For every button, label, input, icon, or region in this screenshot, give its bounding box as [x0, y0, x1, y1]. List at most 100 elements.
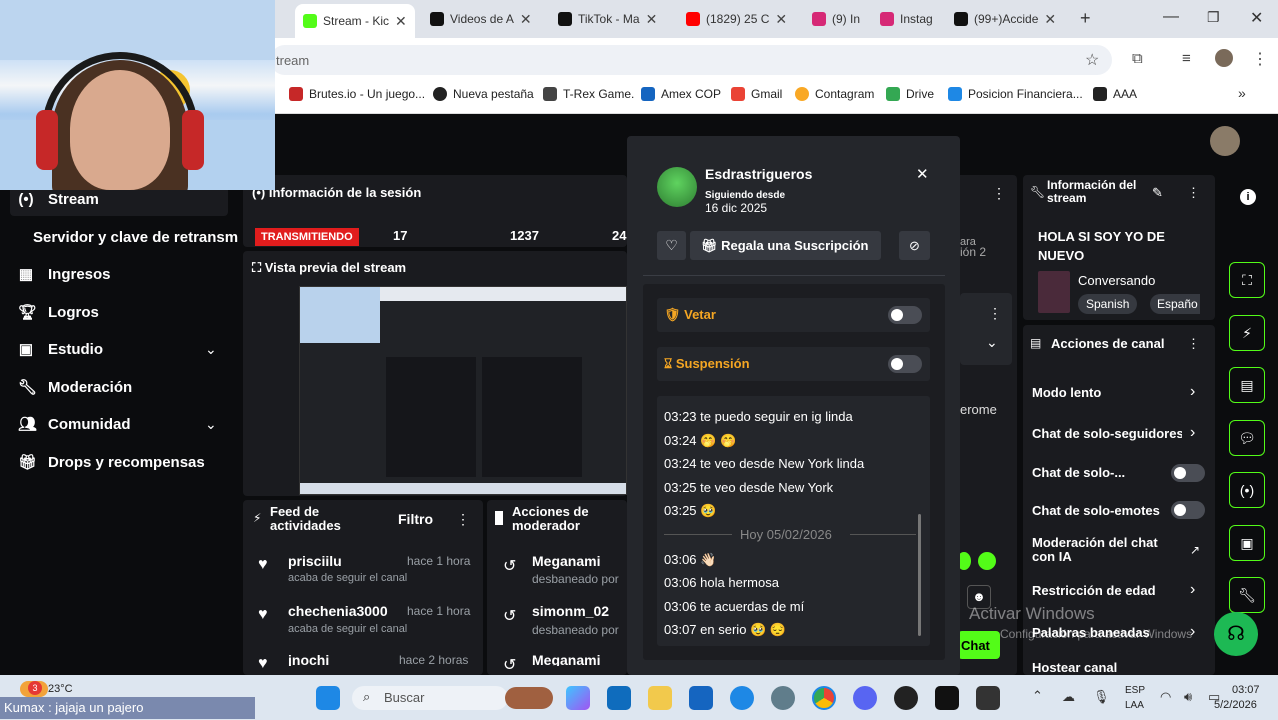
bookmark-posicion[interactable]: Posicion Financiera...	[948, 87, 1083, 101]
heart-icon[interactable]: ♡	[657, 231, 686, 260]
menu-icon[interactable]: ⋮	[1252, 49, 1268, 69]
stream-preview[interactable]	[299, 286, 627, 495]
clock-time[interactable]: 03:07	[1232, 684, 1260, 696]
restore-icon[interactable]: ❐	[1207, 9, 1220, 26]
nav-logros[interactable]: 🏆︎ Logros	[18, 304, 99, 321]
document-icon[interactable]: ▤	[1229, 367, 1265, 403]
mod-user[interactable]: simonm_02	[532, 603, 609, 619]
tab-youtube[interactable]: (1829) 25 C ✕	[686, 8, 792, 30]
bookmark-nueva[interactable]: Nueva pestaña	[433, 87, 534, 101]
app-icon[interactable]	[894, 686, 918, 710]
filter-button[interactable]: Filtro	[398, 511, 433, 527]
tab-instagram-2[interactable]: Instag	[880, 8, 936, 30]
close-icon[interactable]: ✕	[775, 11, 787, 28]
close-icon[interactable]: ✕	[520, 11, 532, 28]
app-icon[interactable]	[976, 686, 1000, 710]
tab-videos[interactable]: Videos de A ✕	[430, 8, 540, 30]
nav-stream[interactable]: (•) Stream	[18, 191, 98, 208]
emotes-only-toggle[interactable]	[1171, 501, 1205, 519]
scan-icon[interactable]: ⛶	[1229, 262, 1265, 298]
settings-icon[interactable]	[771, 686, 795, 710]
tab-stream[interactable]: Stream - Kic ✕	[295, 4, 415, 38]
chat-icon[interactable]: 💬︎	[1229, 420, 1265, 456]
url-input[interactable]: tream	[270, 45, 1112, 75]
nav-moderacion[interactable]: 🔧︎ Moderación	[18, 379, 132, 396]
bookmark-aaa[interactable]: AAA	[1093, 87, 1137, 101]
wifi-icon[interactable]: ◠	[1160, 689, 1171, 705]
tag-spanish[interactable]: Spanish	[1078, 294, 1138, 314]
chrome-icon[interactable]	[812, 686, 836, 710]
suspend-toggle[interactable]	[888, 355, 922, 373]
tab-tiktok-2[interactable]: (99+)Accide ✕	[954, 8, 1064, 30]
edit-icon[interactable]: ✎	[1152, 185, 1163, 201]
more-icon[interactable]: ⋮	[1187, 185, 1200, 201]
feed-user[interactable]: prisciilu	[288, 553, 342, 569]
epic-games-icon[interactable]	[935, 686, 959, 710]
chat-send-button[interactable]: Chat	[958, 631, 1000, 659]
chevron-right-icon[interactable]: ›	[1190, 424, 1195, 442]
media-icon[interactable]: ≡	[1182, 50, 1191, 67]
feed-user[interactable]: jnochi	[288, 652, 329, 666]
lang-label[interactable]: ESP	[1125, 685, 1145, 696]
mic-icon[interactable]: 🎙︎	[1093, 689, 1110, 705]
close-icon[interactable]: ✕	[646, 11, 658, 28]
windows-start-icon[interactable]	[316, 686, 340, 710]
user-avatar[interactable]	[1210, 126, 1240, 156]
extensions-icon[interactable]: ⧉	[1132, 50, 1143, 67]
row-host-channel[interactable]: Hostear canal	[1032, 660, 1117, 674]
ban-toggle[interactable]	[888, 306, 922, 324]
info-icon[interactable]: i	[1240, 189, 1256, 205]
chevron-right-icon[interactable]: ›	[1190, 383, 1195, 401]
chevron-right-icon[interactable]: ›	[1190, 581, 1195, 599]
more-icon[interactable]: ⋮	[1187, 336, 1200, 352]
row-age-restriction[interactable]: Restricción de edad	[1032, 583, 1156, 598]
folder-icon[interactable]	[648, 686, 672, 710]
widget-icon[interactable]	[505, 687, 553, 709]
taskbar-search[interactable]: Buscar	[352, 686, 508, 710]
popup-username[interactable]: Esdrastrigueros	[705, 166, 812, 182]
volume-icon[interactable]: 🔊︎	[1184, 689, 1192, 705]
more-icon[interactable]: ⋮	[992, 185, 1006, 202]
bookmark-amex[interactable]: Amex COP	[641, 87, 721, 101]
mute-icon[interactable]: ⊘	[899, 231, 930, 260]
close-icon[interactable]: ✕	[1044, 11, 1056, 28]
category-name[interactable]: Conversando	[1078, 273, 1155, 288]
more-bookmarks-icon[interactable]: »	[1238, 85, 1246, 101]
layout-icon[interactable]: ▣	[1229, 525, 1265, 561]
bookmark-drive[interactable]: Drive	[886, 87, 934, 101]
gift-sub-button[interactable]: 🎁︎ Regala una Suscripción	[690, 231, 881, 260]
outlook-icon[interactable]	[607, 686, 631, 710]
more-icon[interactable]: ⋮	[988, 305, 1002, 322]
close-window-icon[interactable]: ✕	[1250, 8, 1263, 28]
chevron-down-icon[interactable]: ⌄	[986, 334, 998, 351]
chat-only-toggle[interactable]	[1171, 464, 1205, 482]
mod-user[interactable]: Meganami	[532, 553, 600, 569]
bookmark-brutes[interactable]: Brutes.io - Un juego...	[289, 87, 425, 101]
tab-tiktok[interactable]: TikTok - Ma ✕	[558, 8, 668, 30]
tag-espanol[interactable]: Españo	[1150, 294, 1200, 314]
mod-user[interactable]: Meganami	[532, 652, 600, 666]
more-icon[interactable]: ⋮	[456, 511, 470, 528]
network-icon[interactable]: ☁︎	[1062, 689, 1075, 705]
nav-comunidad[interactable]: 👥︎ Comunidad	[18, 416, 131, 433]
support-chat-icon[interactable]: ☊	[1214, 612, 1258, 656]
tab-instagram-1[interactable]: (9) In	[812, 8, 872, 30]
external-link-icon[interactable]: ↗	[1190, 543, 1200, 557]
close-icon[interactable]: ✕	[395, 13, 407, 30]
bookmark-contagram[interactable]: Contagram	[795, 87, 874, 101]
store-icon[interactable]	[689, 686, 713, 710]
minimize-icon[interactable]: —	[1163, 8, 1179, 26]
nav-server-key[interactable]: Servidor y clave de retransm	[33, 229, 238, 246]
discord-icon[interactable]	[853, 686, 877, 710]
bookmark-trex[interactable]: T-Rex Game.	[543, 87, 634, 101]
close-icon[interactable]: ✕	[916, 165, 929, 183]
nav-drops[interactable]: 🎁︎ Drops y recompensas	[18, 454, 205, 471]
feed-user[interactable]: chechenia3000	[288, 603, 388, 619]
chevron-down-icon[interactable]: ⌄	[205, 341, 217, 358]
bolt-icon[interactable]: ⚡︎	[1229, 315, 1265, 351]
row-ai-moderation[interactable]: Moderación del chat con IA	[1032, 536, 1172, 564]
copilot-icon[interactable]	[566, 686, 590, 710]
broadcast-icon[interactable]: (•)	[1229, 472, 1265, 508]
bookmark-gmail[interactable]: Gmail	[731, 87, 782, 101]
edge-icon[interactable]	[730, 686, 754, 710]
